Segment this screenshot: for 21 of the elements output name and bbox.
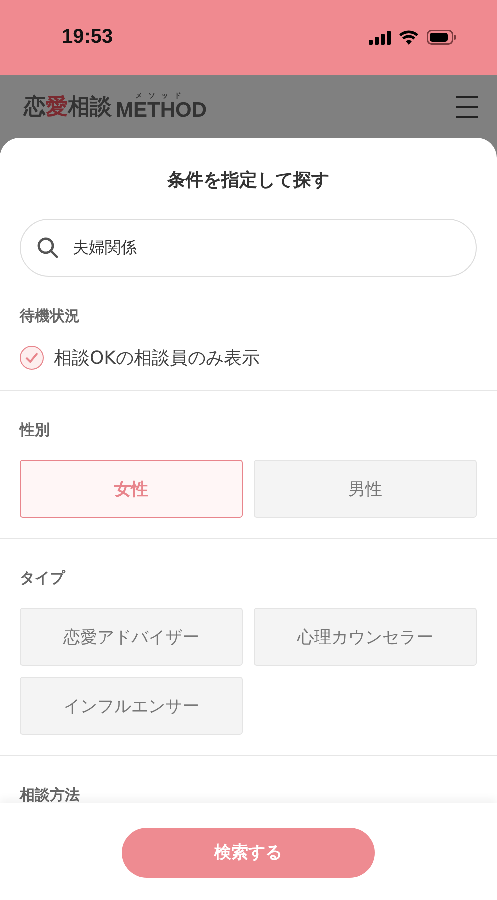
search-field[interactable]: 夫婦関係 bbox=[20, 219, 477, 277]
status-time: 19:53 bbox=[62, 26, 114, 49]
section-label: 待機状況 bbox=[20, 307, 81, 326]
section-label: 相談方法 bbox=[20, 786, 81, 803]
section-label: 性別 bbox=[20, 421, 51, 440]
option-button[interactable]: 女性 bbox=[20, 460, 243, 518]
wifi-icon bbox=[399, 30, 419, 45]
signal-icon bbox=[369, 30, 391, 44]
option-button[interactable]: 男性 bbox=[254, 460, 477, 518]
battery-icon bbox=[427, 30, 457, 45]
search-icon bbox=[37, 237, 59, 259]
option-button[interactable]: 恋愛アドバイザー bbox=[20, 608, 243, 666]
section-label: タイプ bbox=[20, 569, 67, 588]
option-button[interactable]: 心理カウンセラー bbox=[254, 608, 477, 666]
search-input[interactable]: 夫婦関係 bbox=[71, 238, 460, 258]
filter-checkbox[interactable]: 相談OKの相談員のみ表示 bbox=[20, 346, 477, 370]
search-button[interactable]: 検索する bbox=[122, 828, 375, 878]
menu-icon[interactable] bbox=[455, 94, 479, 118]
sheet-title: 条件を指定して探す bbox=[166, 169, 330, 193]
option-button[interactable]: インフルエンサー bbox=[20, 677, 243, 735]
check-icon bbox=[25, 352, 39, 364]
